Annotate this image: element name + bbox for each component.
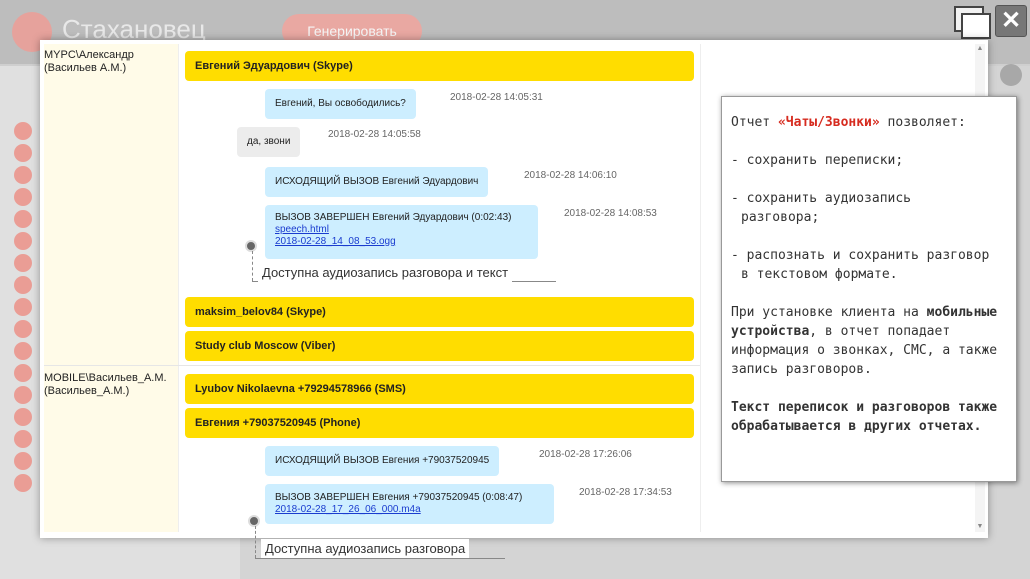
info-bullet-save-audio: - сохранить аудиозапись разговора; bbox=[731, 191, 912, 225]
callout-line bbox=[252, 251, 253, 281]
restore-window-button[interactable] bbox=[954, 6, 991, 39]
sidebar-item-icon bbox=[14, 298, 32, 316]
info-other-reports: Текст переписок и разговоров также обраб… bbox=[731, 400, 998, 434]
audio-file-link[interactable]: 2018-02-28_14_08_53.ogg bbox=[275, 236, 528, 248]
sidebar-item-icon bbox=[14, 430, 32, 448]
sidebar-item-icon bbox=[14, 122, 32, 140]
sidebar-item-icon bbox=[14, 320, 32, 338]
sidebar-item-icon bbox=[14, 364, 32, 382]
sidebar-item-icon bbox=[14, 386, 32, 404]
audio-file-link[interactable]: 2018-02-28_17_26_06_000.m4a bbox=[275, 504, 544, 516]
scroll-down-arrow-icon[interactable]: ▼ bbox=[975, 522, 985, 532]
contact-user: (Васильев А.М.) bbox=[44, 62, 127, 74]
speech-link[interactable]: speech.html bbox=[275, 224, 528, 236]
chat-header-sms-lyubov[interactable]: Lyubov Nikolaevna +79294578966 (SMS) bbox=[185, 374, 694, 404]
info-bullet-recognize: - распознать и сохранить разговор в текст… bbox=[731, 248, 990, 282]
contact-mypc: MYPC\Александр (Васильев А.М.) bbox=[44, 49, 134, 75]
message-timestamp: 2018-02-28 14:05:58 bbox=[328, 129, 421, 140]
report-name: «Чаты/Звонки» bbox=[777, 115, 880, 130]
sidebar-item-icon bbox=[14, 166, 32, 184]
message-bubble: Евгений, Вы освободились? bbox=[265, 89, 416, 119]
background-settings-icon bbox=[1000, 64, 1022, 86]
callout-pin-icon bbox=[248, 515, 260, 527]
chat-header-skype-maksim[interactable]: maksim_belov84 (Skype) bbox=[185, 297, 694, 327]
sidebar-item-icon bbox=[14, 144, 32, 162]
callout-audio: Доступна аудиозапись разговора bbox=[261, 539, 470, 558]
sidebar-item-icon bbox=[14, 342, 32, 360]
contacts-column bbox=[44, 44, 179, 532]
sidebar-item-icon bbox=[14, 408, 32, 426]
chat-header-skype-evgeniy[interactable]: Евгений Эдуардович (Skype) bbox=[185, 51, 694, 81]
sidebar-item-icon bbox=[14, 232, 32, 250]
sidebar-item-icon bbox=[14, 276, 32, 294]
message-bubble-call-ended: ВЫЗОВ ЗАВЕРШЕН Евгения +79037520945 (0:0… bbox=[265, 484, 554, 524]
message-text: ВЫЗОВ ЗАВЕРШЕН Евгений Эдуардович (0:02:… bbox=[275, 212, 512, 223]
sidebar-item-icon bbox=[14, 452, 32, 470]
message-text: ВЫЗОВ ЗАВЕРШЕН Евгения +79037520945 (0:0… bbox=[275, 492, 523, 503]
contact-user: (Васильев_А.М.) bbox=[44, 385, 130, 397]
row-separator bbox=[44, 365, 700, 366]
message-bubble-call-ended: ВЫЗОВ ЗАВЕРШЕН Евгений Эдуардович (0:02:… bbox=[265, 205, 538, 259]
contact-name: MYPC\Александр bbox=[44, 49, 134, 61]
message-timestamp: 2018-02-28 14:05:31 bbox=[450, 92, 543, 103]
report-info-box: Отчет «Чаты/Звонки» позволяет: - сохрани… bbox=[721, 96, 1017, 482]
message-bubble: ИСХОДЯЩИЙ ВЫЗОВ Евгений Эдуардович bbox=[265, 167, 489, 197]
callout-underline bbox=[255, 558, 505, 559]
info-intro: Отчет «Чаты/Звонки» позволяет: bbox=[731, 115, 966, 130]
sidebar-item-icon bbox=[14, 474, 32, 492]
sidebar-item-icon bbox=[14, 210, 32, 228]
message-timestamp: 2018-02-28 17:26:06 bbox=[539, 449, 632, 460]
chat-header-viber-studyclub[interactable]: Study club Moscow (Viber) bbox=[185, 331, 694, 361]
restore-icon-front bbox=[961, 13, 991, 39]
message-timestamp: 2018-02-28 14:08:53 bbox=[564, 208, 657, 219]
callout-pin-icon bbox=[245, 240, 257, 252]
message-bubble: ИСХОДЯЩИЙ ВЫЗОВ Евгения +79037520945 bbox=[265, 446, 500, 476]
message-timestamp: 2018-02-28 14:06:10 bbox=[524, 170, 617, 181]
scroll-up-arrow-icon[interactable]: ▲ bbox=[975, 44, 985, 54]
callout-audio-text: Доступна аудиозапись разговора и текст bbox=[258, 263, 513, 282]
chat-header-phone-evgeniya[interactable]: Евгения +79037520945 (Phone) bbox=[185, 408, 694, 438]
close-button[interactable]: ✕ bbox=[995, 5, 1027, 37]
contact-mobile: MOBILE\Васильев_А.М. (Васильев_А.М.) bbox=[44, 372, 167, 398]
message-bubble-incoming: да, звони bbox=[237, 127, 301, 157]
sidebar-item-icon bbox=[14, 188, 32, 206]
info-bullet-save-chats: - сохранить переписки; bbox=[731, 153, 904, 168]
info-mobile: При установке клиента на мобильные устро… bbox=[731, 305, 998, 377]
sidebar-item-icon bbox=[14, 254, 32, 272]
contact-name: MOBILE\Васильев_А.М. bbox=[44, 372, 167, 384]
message-timestamp: 2018-02-28 17:34:53 bbox=[579, 487, 672, 498]
column-divider bbox=[700, 44, 701, 532]
callout-line bbox=[255, 526, 256, 558]
